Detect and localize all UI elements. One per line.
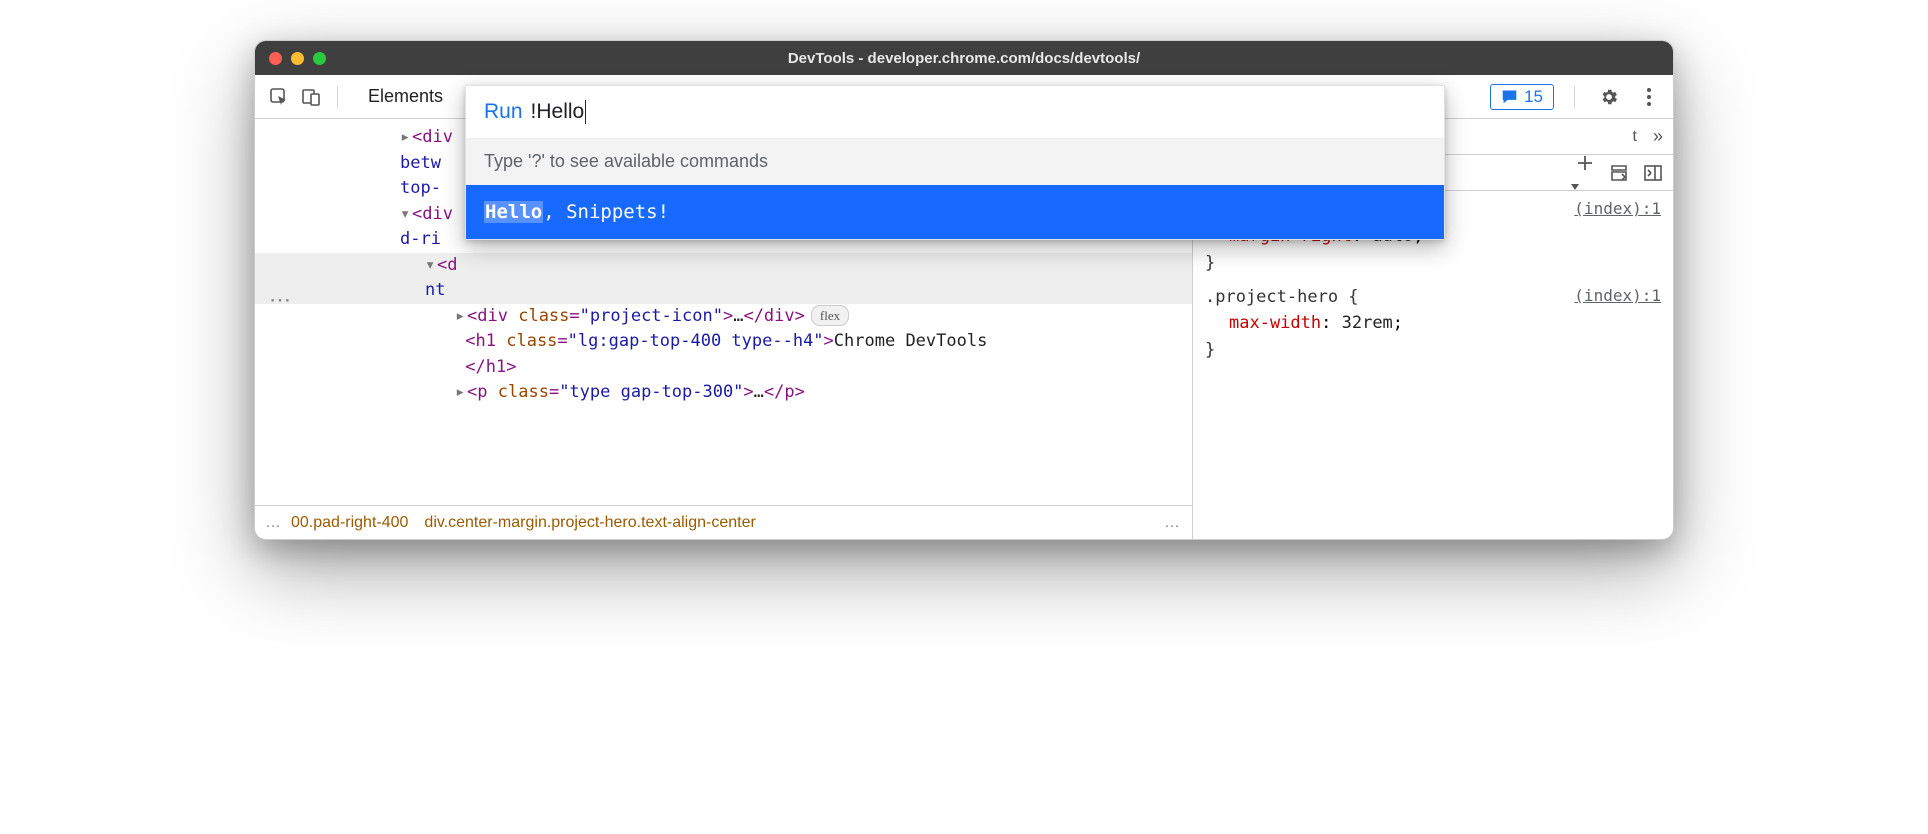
command-result[interactable]: Hello, Snippets! — [466, 185, 1444, 239]
dom-line-selected[interactable]: ▾<d — [255, 253, 1192, 279]
row-actions-icon[interactable]: ⋯ — [269, 287, 292, 313]
source-link[interactable]: (index):1 — [1574, 284, 1661, 309]
tab-elements[interactable]: Elements — [368, 86, 443, 107]
device-toggle-icon[interactable] — [297, 83, 325, 111]
result-rest: , Snippets! — [543, 201, 669, 223]
dom-line-selected[interactable]: nt — [255, 278, 1192, 304]
result-match: Hello — [484, 201, 543, 223]
breadcrumbs: … 00.pad-right-400 div.center-margin.pro… — [255, 505, 1192, 539]
inspect-element-icon[interactable] — [265, 83, 293, 111]
command-query: !Hello — [531, 100, 587, 124]
command-input-row[interactable]: Run !Hello — [466, 86, 1444, 138]
toggle-sidebar-icon[interactable] — [1643, 163, 1663, 183]
toolbar-right: 15 — [1490, 83, 1663, 111]
titlebar: DevTools - developer.chrome.com/docs/dev… — [255, 41, 1673, 75]
breadcrumb-overflow-right[interactable]: … — [1164, 514, 1182, 532]
source-link[interactable]: (index):1 — [1574, 197, 1661, 222]
devtools-window: DevTools - developer.chrome.com/docs/dev… — [254, 40, 1674, 540]
command-hint: Type '?' to see available commands — [466, 138, 1444, 185]
dom-line[interactable]: ▸<div class="project-icon">…</div>flex — [255, 304, 1192, 330]
more-menu-icon[interactable] — [1635, 83, 1663, 111]
dom-line[interactable]: ▸<p class="type gap-top-300">…</p> — [255, 380, 1192, 406]
new-style-rule-icon[interactable] — [1575, 153, 1595, 192]
computed-styles-icon[interactable] — [1609, 163, 1629, 183]
command-prefix: Run — [484, 100, 523, 124]
breadcrumb-item[interactable]: 00.pad-right-400 — [291, 514, 408, 532]
settings-icon[interactable] — [1595, 83, 1623, 111]
dom-line[interactable]: </h1> — [255, 355, 1192, 381]
subtab-fragment[interactable]: t — [1633, 128, 1637, 146]
command-palette: Run !Hello Type '?' to see available com… — [465, 85, 1445, 240]
window-title: DevTools - developer.chrome.com/docs/dev… — [255, 50, 1673, 67]
messages-count: 15 — [1524, 87, 1543, 107]
separator — [1574, 86, 1575, 108]
breadcrumb-item[interactable]: div.center-margin.project-hero.text-alig… — [424, 514, 755, 532]
subtabs-overflow-icon[interactable]: » — [1653, 126, 1663, 147]
dom-line[interactable]: <h1 class="lg:gap-top-400 type--h4">Chro… — [255, 329, 1192, 355]
console-messages-badge[interactable]: 15 — [1490, 84, 1554, 110]
breadcrumb-overflow-left[interactable]: … — [265, 514, 281, 532]
flex-badge[interactable]: flex — [811, 305, 849, 327]
separator — [337, 86, 338, 108]
